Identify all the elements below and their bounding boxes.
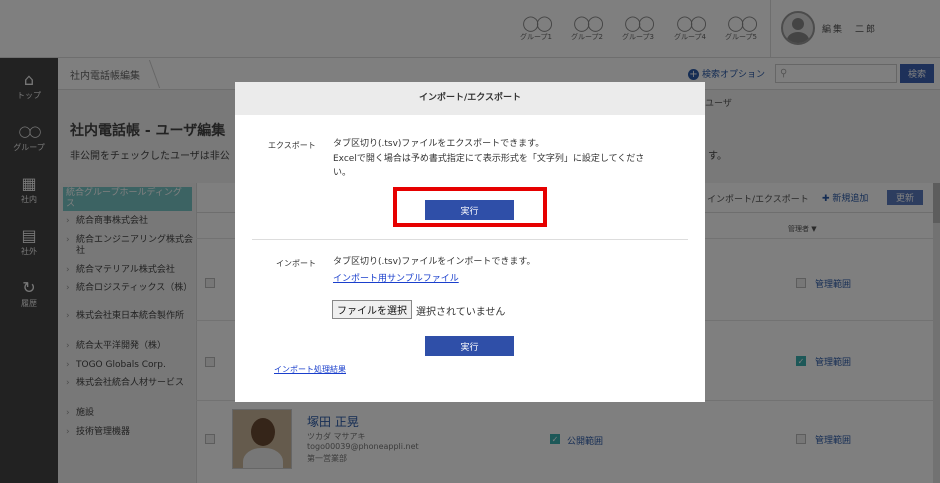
export-desc-3: い。: [333, 168, 352, 178]
file-select-button[interactable]: ファイルを選択: [332, 300, 412, 319]
sample-file-link[interactable]: インポート用サンプルファイル: [333, 271, 459, 284]
import-desc: タブ区切り(.tsv)ファイルをインポートできます。: [333, 257, 536, 267]
export-desc-1: タブ区切り(.tsv)ファイルをエクスポートできます。: [333, 139, 545, 149]
file-status: 選択されていません: [416, 307, 506, 318]
export-label: エクスポート: [268, 141, 316, 150]
dialog-title: インポート/エクスポート: [235, 82, 705, 115]
highlight-box: [393, 187, 547, 227]
import-result-link[interactable]: インポート処理結果: [274, 364, 346, 375]
export-desc-2: Excelで開く場合は予め書式指定にて表示形式を「文字列」に設定してくださ: [333, 154, 645, 164]
import-label: インポート: [276, 259, 316, 268]
dialog-divider: [252, 239, 688, 240]
import-execute-button[interactable]: 実行: [425, 336, 514, 356]
